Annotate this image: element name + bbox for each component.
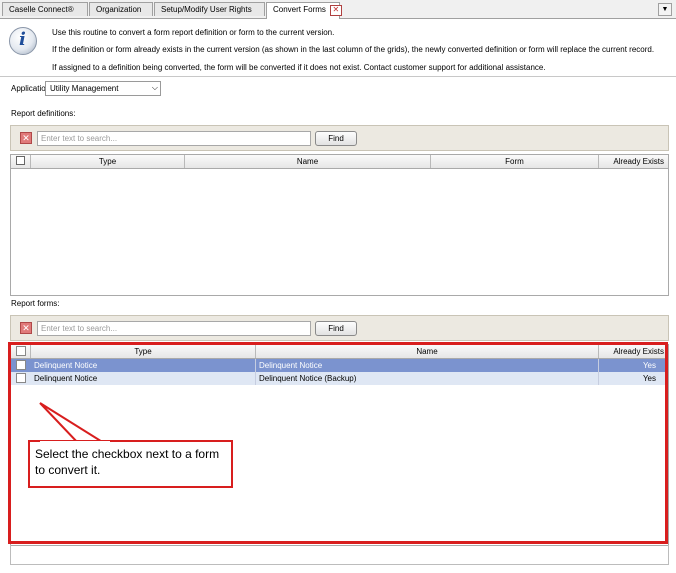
- callout-arrow-join: [40, 441, 110, 444]
- info-icon-glyph: i: [19, 29, 26, 50]
- divider: [0, 76, 676, 77]
- tab-label: Organization: [96, 5, 142, 14]
- column-header-already-exists[interactable]: Already Exists: [599, 155, 668, 168]
- tab-convert-forms[interactable]: Convert Forms ✕: [266, 2, 342, 19]
- grid-footer: [10, 545, 669, 565]
- tab-setup-modify-user-rights[interactable]: Setup/Modify User Rights: [154, 2, 265, 16]
- info-text-line-1: Use this routine to convert a form repor…: [52, 28, 335, 37]
- tab-label: Convert Forms: [273, 5, 326, 14]
- annotation-callout: Select the checkbox next to a form to co…: [28, 440, 233, 488]
- tab-caselle-connect[interactable]: Caselle Connect®: [2, 2, 88, 16]
- tab-overflow-button[interactable]: ▼: [658, 3, 672, 16]
- info-text-line-2: If the definition or form already exists…: [52, 45, 655, 54]
- tab-label: Caselle Connect®: [9, 5, 74, 14]
- report-definitions-grid: Type Name Form Already Exists: [10, 154, 669, 296]
- application-value: Utility Management: [50, 84, 119, 93]
- application-select[interactable]: Utility Management ⌵: [45, 81, 161, 96]
- chevron-down-icon: ⌵: [151, 83, 158, 92]
- close-icon[interactable]: ✕: [329, 5, 342, 16]
- report-forms-label: Report forms:: [11, 299, 60, 308]
- report-forms-find-button[interactable]: Find: [315, 321, 357, 336]
- info-text-line-3: If assigned to a definition being conver…: [52, 63, 546, 72]
- tab-label: Setup/Modify User Rights: [161, 5, 252, 14]
- select-all-checkbox[interactable]: [16, 156, 25, 165]
- header-select-all[interactable]: [11, 155, 31, 168]
- column-header-type[interactable]: Type: [31, 155, 185, 168]
- report-definitions-search-panel: ✕ Enter text to search... Find: [10, 125, 669, 151]
- callout-arrow: [39, 402, 108, 444]
- report-forms-search-panel: ✕ Enter text to search... Find: [10, 315, 669, 341]
- report-definitions-search-input[interactable]: Enter text to search...: [37, 131, 311, 146]
- report-definitions-find-button[interactable]: Find: [315, 131, 357, 146]
- clear-search-icon[interactable]: ✕: [20, 132, 32, 144]
- report-forms-search-input[interactable]: Enter text to search...: [37, 321, 311, 336]
- column-header-form[interactable]: Form: [431, 155, 599, 168]
- clear-search-icon[interactable]: ✕: [20, 322, 32, 334]
- tab-organization[interactable]: Organization: [89, 2, 153, 16]
- grid-header: Type Name Form Already Exists: [11, 155, 668, 169]
- column-header-name[interactable]: Name: [185, 155, 431, 168]
- report-definitions-label: Report definitions:: [11, 109, 76, 118]
